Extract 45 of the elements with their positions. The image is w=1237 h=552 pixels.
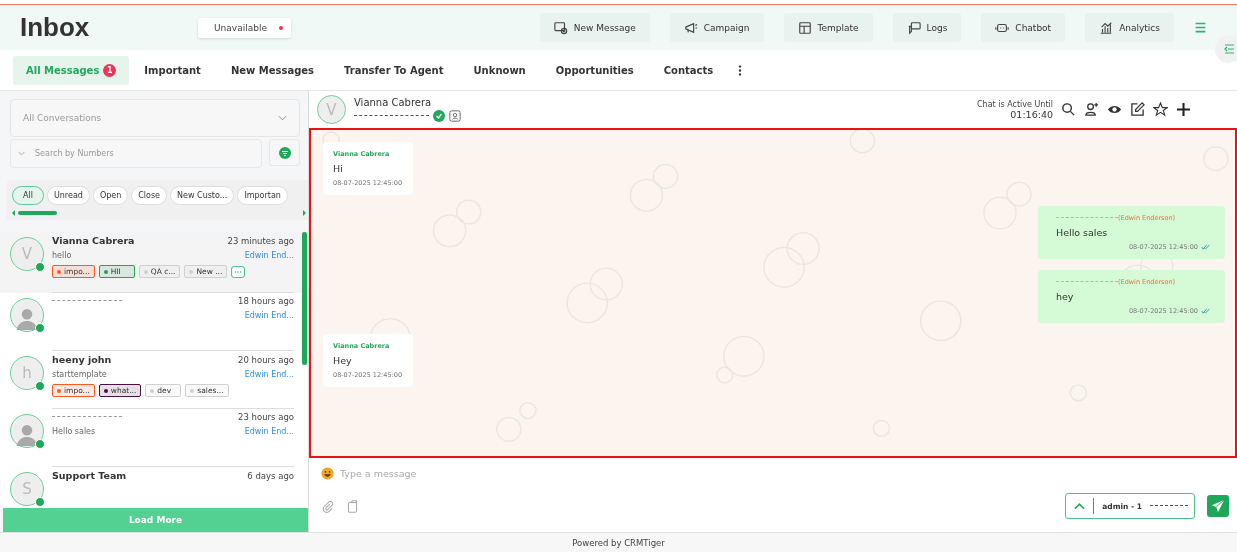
- agent-link[interactable]: Edwin End...: [244, 311, 294, 320]
- filter-chip[interactable]: New Custo...: [170, 186, 235, 205]
- message-text: Hey: [333, 355, 353, 366]
- filter-chip[interactable]: Open: [92, 186, 129, 205]
- agent-link[interactable]: Edwin End...: [244, 370, 294, 379]
- time-label: 20 hours ago: [238, 354, 294, 365]
- contact-name: Support Team: [52, 470, 127, 481]
- filter-chip[interactable]: All: [12, 186, 44, 205]
- count-badge: 1: [103, 63, 117, 77]
- toolbar-button[interactable]: Analytics: [1085, 13, 1174, 42]
- message-text: Hello sales: [1056, 227, 1109, 238]
- toolbar-button[interactable]: Campaign: [669, 13, 764, 42]
- message-input[interactable]: Type a message: [340, 467, 1233, 479]
- contact-name: heeny john: [52, 354, 112, 365]
- tab[interactable]: Contacts: [648, 56, 729, 84]
- filter-chip[interactable]: Close: [131, 186, 168, 205]
- tab[interactable]: All Messages 1: [13, 55, 130, 85]
- tab[interactable]: New Messages: [215, 56, 330, 84]
- filter-chip[interactable]: Unread: [46, 186, 90, 205]
- time-label: 18 hours ago: [238, 296, 294, 306]
- toolbar-button[interactable]: New Message: [539, 13, 650, 42]
- tab[interactable]: Unknown: [458, 56, 541, 84]
- message-preview: Hello sales: [52, 427, 96, 436]
- agent-link[interactable]: Edwin End...: [244, 427, 294, 436]
- contact-name: Vianna Cabrera: [52, 235, 135, 246]
- message-text: hey: [1056, 291, 1075, 302]
- status-dropdown[interactable]: Unavailable: [198, 17, 291, 38]
- time-label: 23 minutes ago: [227, 235, 294, 246]
- tab[interactable]: Opportunities: [540, 56, 649, 84]
- time-label: 6 days ago: [247, 470, 294, 481]
- message-text: Hi: [333, 163, 344, 174]
- countdown-timer: 01:16:40: [1010, 108, 1053, 120]
- footer-text: Powered by CRMTiger: [572, 538, 665, 548]
- time-label: 23 hours ago: [238, 412, 294, 422]
- contact-name: Vianna Cabrera: [354, 97, 433, 108]
- tab[interactable]: Important: [129, 56, 216, 84]
- filter-chip[interactable]: Importan: [237, 186, 288, 205]
- message-preview: hello: [52, 251, 72, 260]
- message-preview: starttemplate: [52, 370, 107, 379]
- toolbar-button[interactable]: Template: [783, 13, 873, 42]
- toolbar-button[interactable]: Logs: [892, 13, 962, 42]
- tab[interactable]: Transfer To Agent: [329, 56, 459, 84]
- toolbar-button[interactable]: Chatbot: [981, 13, 1066, 42]
- chat-active-label: Chat is Active Until: [977, 99, 1053, 109]
- page-title: Inbox: [20, 12, 91, 43]
